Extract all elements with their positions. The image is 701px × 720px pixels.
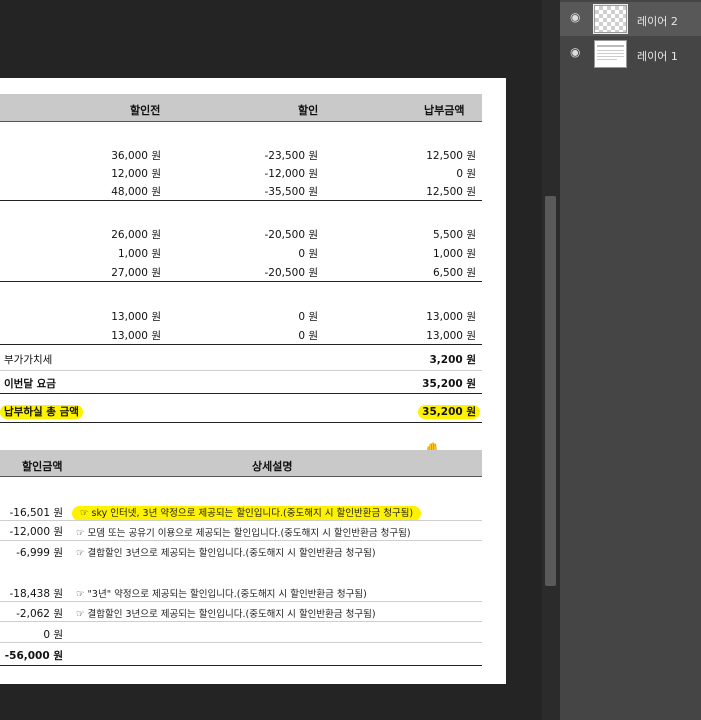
discount-subtotal: 0 원: [298, 330, 318, 342]
divider: [0, 665, 482, 666]
layer-row-1[interactable]: ◉ 레이어 1: [560, 37, 701, 71]
discount-value: 0 원: [298, 248, 318, 260]
payment-value: 1,000 원: [432, 248, 476, 260]
discount-value: -20,500 원: [264, 229, 318, 241]
discount-value: 0 원: [298, 311, 318, 323]
before-subtotal: 13,000 원: [111, 330, 161, 342]
before-value: 12,000 원: [111, 168, 161, 180]
divider: [0, 642, 482, 643]
layer-thumbnail: [593, 4, 628, 34]
divider: [0, 520, 482, 521]
discount-detail: ☞ 결합할인 3년으로 제공되는 할인입니다.(중도해지 시 할인반환금 청구됨…: [76, 609, 376, 620]
divider: [0, 281, 482, 282]
divider: [0, 344, 482, 345]
layer-name: 레이어 2: [637, 15, 678, 28]
discount-amount: -18,438 원: [9, 588, 63, 600]
payment-value: 12,500 원: [426, 150, 476, 162]
total-value: 35,200 원: [418, 405, 480, 419]
total-label-wrap: 납부하실 총 금액: [0, 404, 83, 419]
vat-label: 부가가치세: [4, 354, 53, 366]
layer-thumbnail: [594, 40, 627, 68]
payment-value: 13,000 원: [426, 311, 476, 323]
layer-thumbnail-preview: [597, 45, 624, 60]
total-label: 납부하실 총 금액: [0, 405, 83, 419]
discount-subtotal: -35,500 원: [264, 186, 318, 198]
scrollbar-thumb[interactable]: [545, 196, 556, 586]
discount-total: -56,000 원: [4, 650, 63, 662]
discount-detail-wrap: ☞ sky 인터넷, 3년 약정으로 제공되는 할인입니다.(중도해지 시 할인…: [72, 505, 422, 521]
discount-detail: ☞ sky 인터넷, 3년 약정으로 제공되는 할인입니다.(중도해지 시 할인…: [72, 506, 422, 521]
vat-value: 3,200 원: [429, 354, 476, 366]
payment-subtotal: 12,500 원: [426, 186, 476, 198]
eye-icon[interactable]: ◉: [570, 46, 583, 58]
invoice-header-row: 할인전 할인 납부금액: [0, 94, 482, 122]
payment-subtotal: 13,000 원: [426, 330, 476, 342]
layer-row-2[interactable]: ◉ 레이어 2: [560, 2, 701, 36]
header-detail: 상세설명: [252, 460, 293, 473]
before-subtotal: 48,000 원: [111, 186, 161, 198]
divider: [0, 200, 482, 201]
before-value: 1,000 원: [117, 248, 161, 260]
discount-header-row: 할인금액 상세설명: [0, 450, 482, 477]
month-charge-value: 35,200 원: [422, 378, 476, 390]
divider: [0, 422, 482, 423]
discount-amount: -12,000 원: [9, 526, 63, 538]
header-before: 할인전: [130, 104, 161, 117]
layers-panel: ◉ 레이어 2 ◉ 레이어 1: [560, 0, 701, 720]
canvas-area[interactable]: 할인전 할인 납부금액 36,000 원 -23,500 원 12,500 원 …: [0, 0, 542, 720]
layer-name: 레이어 1: [637, 50, 678, 63]
discount-amount: -6,999 원: [16, 547, 63, 559]
before-subtotal: 27,000 원: [111, 267, 161, 279]
eye-icon[interactable]: ◉: [570, 11, 583, 23]
discount-amount: -2,062 원: [16, 608, 63, 620]
header-discount: 할인: [298, 104, 319, 117]
discount-value: -23,500 원: [264, 150, 318, 162]
before-value: 26,000 원: [111, 229, 161, 241]
header-payment: 납부금액: [424, 104, 465, 117]
divider: [0, 601, 482, 602]
before-value: 36,000 원: [111, 150, 161, 162]
discount-detail: ☞ 모뎀 또는 공유기 이용으로 제공되는 할인입니다.(중도해지 시 할인반환…: [76, 528, 411, 539]
month-charge-label: 이번달 요금: [4, 378, 56, 390]
discount-value: -12,000 원: [264, 168, 318, 180]
divider: [0, 540, 482, 541]
discount-amount: 0 원: [43, 629, 63, 641]
before-value: 13,000 원: [111, 311, 161, 323]
payment-value: 5,500 원: [432, 229, 476, 241]
discount-detail: ☞ "3년" 약정으로 제공되는 할인입니다.(중도해지 시 할인반환금 청구됨…: [76, 589, 367, 600]
total-value-wrap: 35,200 원: [376, 404, 480, 419]
discount-amount: -16,501 원: [9, 507, 63, 519]
divider: [0, 393, 482, 394]
header-discount-amount: 할인금액: [22, 460, 63, 473]
payment-subtotal: 6,500 원: [432, 267, 476, 279]
discount-detail: ☞ 결합할인 3년으로 제공되는 할인입니다.(중도해지 시 할인반환금 청구됨…: [76, 548, 376, 559]
divider: [0, 370, 482, 371]
discount-subtotal: -20,500 원: [264, 267, 318, 279]
divider: [0, 621, 482, 622]
payment-value: 0 원: [456, 168, 476, 180]
invoice-document: 할인전 할인 납부금액 36,000 원 -23,500 원 12,500 원 …: [0, 78, 506, 684]
